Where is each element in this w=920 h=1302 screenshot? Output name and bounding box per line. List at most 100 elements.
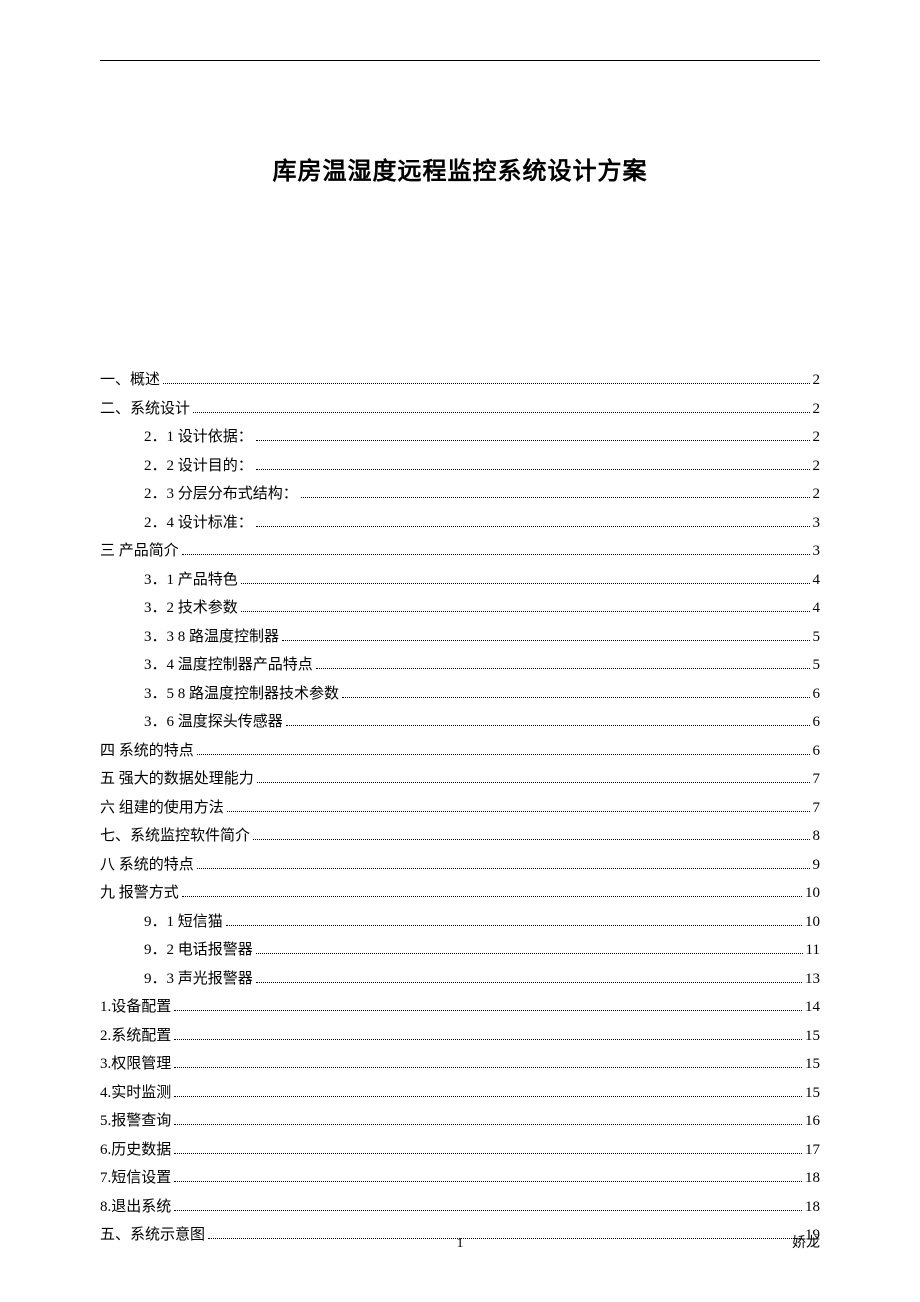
toc-entry-label: 3.权限管理: [100, 1050, 171, 1079]
table-of-contents: 一、概述 2 二、系统设计 2 2．1 设计依据： 2 2．2 设计目的： 2 2．3 分层分布…: [100, 366, 820, 1250]
toc-entry-label: 3．1 产品特色: [144, 566, 238, 595]
toc-entry-page: 17: [805, 1136, 820, 1165]
toc-entry-label: 3．2 技术参数: [144, 594, 238, 623]
toc-entry-label: 六 组建的使用方法: [100, 794, 224, 823]
toc-entry-page: 14: [805, 993, 820, 1022]
toc-entry-page: 4: [813, 594, 821, 623]
toc-entry-page: 15: [805, 1050, 820, 1079]
document-page: 库房温湿度远程监控系统设计方案 一、概述2二、系统设计22．1 设计依据：22．…: [0, 0, 920, 1302]
toc-entry: 三 产品简介 3: [100, 537, 820, 566]
toc-entry-label: 5.报警查询: [100, 1107, 171, 1136]
toc-entry-page: 15: [805, 1022, 820, 1051]
toc-entry-label: 四 系统的特点: [100, 737, 194, 766]
toc-leader-dots: [227, 811, 810, 812]
toc-entry-page: 10: [805, 879, 820, 908]
page-number: 1: [100, 1236, 820, 1252]
toc-entry-page: 16: [805, 1107, 820, 1136]
toc-entry: 3．5 8 路温度控制器技术参数6: [100, 680, 820, 709]
toc-entry-label: 4.实时监测: [100, 1079, 171, 1108]
toc-entry: 3．1 产品特色 4: [100, 566, 820, 595]
document-title: 库房温湿度远程监控系统设计方案: [100, 151, 820, 186]
toc-entry-page: 4: [813, 566, 821, 595]
toc-leader-dots: [282, 640, 809, 641]
toc-entry: 7.短信设置18: [100, 1164, 820, 1193]
toc-entry-label: 8.退出系统: [100, 1193, 171, 1222]
toc-entry-label: 2．2 设计目的：: [144, 452, 253, 481]
toc-entry-label: 2．1 设计依据：: [144, 423, 253, 452]
toc-leader-dots: [174, 1210, 802, 1211]
toc-entry-page: 2: [813, 480, 821, 509]
toc-entry-label: 五 强大的数据处理能力: [100, 765, 254, 794]
toc-entry: 五 强大的数据处理能力7: [100, 765, 820, 794]
toc-entry-label: 七、系统监控软件简介: [100, 822, 250, 851]
toc-entry-page: 2: [813, 452, 821, 481]
toc-leader-dots: [193, 412, 809, 413]
toc-entry-page: 2: [813, 366, 821, 395]
toc-entry-label: 3．3 8 路温度控制器: [144, 623, 279, 652]
toc-leader-dots: [174, 1067, 802, 1068]
toc-leader-dots: [197, 868, 810, 869]
toc-entry: 七、系统监控软件简介8: [100, 822, 820, 851]
toc-leader-dots: [163, 383, 809, 384]
toc-entry-label: 1.设备配置: [100, 993, 171, 1022]
toc-entry: 六 组建的使用方法7: [100, 794, 820, 823]
toc-entry-label: 九 报警方式: [100, 879, 179, 908]
toc-entry-page: 11: [806, 936, 820, 965]
toc-entry-label: 3．5 8 路温度控制器技术参数: [144, 680, 339, 709]
toc-entry-label: 6.历史数据: [100, 1136, 171, 1165]
toc-entry: 3.权限管理 15: [100, 1050, 820, 1079]
toc-entry-label: 三 产品简介: [100, 537, 179, 566]
toc-entry: 2．2 设计目的： 2: [100, 452, 820, 481]
toc-leader-dots: [174, 1096, 802, 1097]
toc-leader-dots: [174, 1181, 802, 1182]
toc-entry: 9．2 电话报警器 11: [100, 936, 820, 965]
toc-entry-label: 2．4 设计标准：: [144, 509, 253, 538]
toc-leader-dots: [241, 583, 810, 584]
toc-leader-dots: [226, 925, 802, 926]
toc-leader-dots: [182, 554, 810, 555]
toc-entry-page: 15: [805, 1079, 820, 1108]
toc-entry-page: 6: [813, 708, 821, 737]
toc-leader-dots: [342, 697, 809, 698]
toc-leader-dots: [174, 1153, 802, 1154]
toc-entry: 1.设备配置 14: [100, 993, 820, 1022]
toc-entry-page: 2: [813, 395, 821, 424]
toc-entry: 8.退出系统 18: [100, 1193, 820, 1222]
toc-leader-dots: [197, 754, 810, 755]
toc-leader-dots: [182, 896, 802, 897]
toc-entry-page: 3: [813, 537, 821, 566]
toc-entry-label: 3．4 温度控制器产品特点: [144, 651, 313, 680]
toc-entry: 2．4 设计标准：3: [100, 509, 820, 538]
toc-entry-page: 9: [813, 851, 821, 880]
toc-entry: 9．1 短信猫10: [100, 908, 820, 937]
toc-entry-label: 9．2 电话报警器: [144, 936, 253, 965]
toc-leader-dots: [316, 668, 810, 669]
toc-leader-dots: [256, 469, 810, 470]
toc-leader-dots: [241, 611, 810, 612]
toc-entry-page: 2: [813, 423, 821, 452]
toc-entry: 二、系统设计 2: [100, 395, 820, 424]
toc-entry-page: 13: [805, 965, 820, 994]
toc-entry: 5.报警查询 16: [100, 1107, 820, 1136]
toc-leader-dots: [256, 526, 810, 527]
toc-entry-page: 10: [805, 908, 820, 937]
toc-leader-dots: [253, 839, 809, 840]
toc-entry: 2.系统配置 15: [100, 1022, 820, 1051]
toc-entry-label: 2．3 分层分布式结构：: [144, 480, 298, 509]
toc-leader-dots: [286, 725, 810, 726]
toc-leader-dots: [174, 1124, 802, 1125]
header-rule: [100, 60, 820, 61]
toc-leader-dots: [256, 982, 802, 983]
toc-entry: 3．2 技术参数 4: [100, 594, 820, 623]
toc-entry-page: 6: [813, 737, 821, 766]
toc-entry-page: 18: [805, 1193, 820, 1222]
toc-entry-label: 2.系统配置: [100, 1022, 171, 1051]
toc-entry-label: 一、概述: [100, 366, 160, 395]
toc-entry: 3．6 温度探头传感器6: [100, 708, 820, 737]
toc-entry-page: 5: [813, 623, 821, 652]
toc-entry: 2．1 设计依据： 2: [100, 423, 820, 452]
toc-leader-dots: [257, 782, 810, 783]
toc-entry-label: 二、系统设计: [100, 395, 190, 424]
toc-leader-dots: [256, 953, 803, 954]
toc-entry: 四 系统的特点 6: [100, 737, 820, 766]
